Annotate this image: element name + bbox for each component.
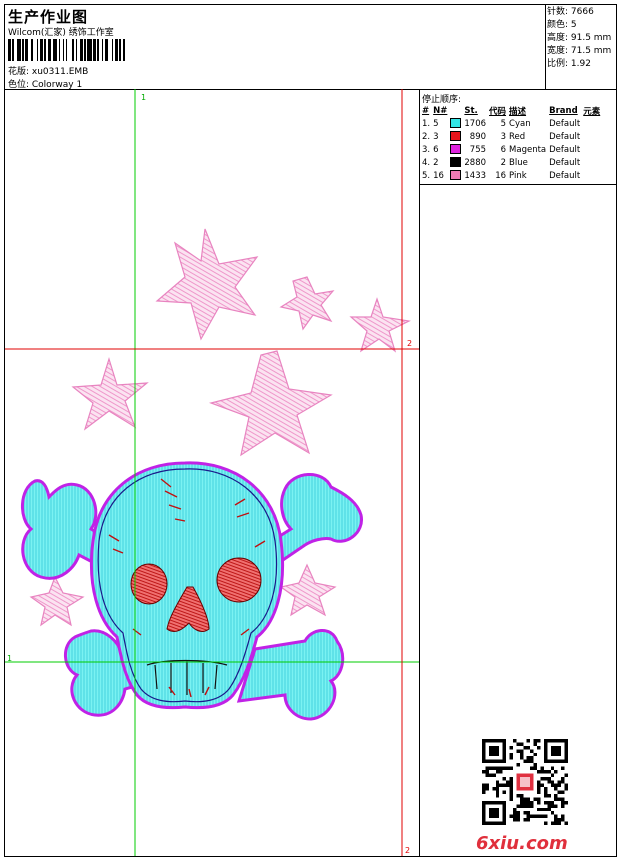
- stop-sequence-table: # N# St. 代码 描述 Brand 元素 1. 5 1706 5 Cyan Defa…: [422, 104, 603, 182]
- row-swatch: [450, 156, 464, 169]
- star-right-low: [279, 563, 337, 617]
- row-desc: Pink: [509, 170, 527, 181]
- row-element: [583, 117, 603, 130]
- row-code: 2: [500, 157, 507, 168]
- row-desc: Cyan: [509, 118, 531, 129]
- col-element: 元素: [583, 106, 601, 117]
- row-code: 16: [495, 170, 507, 181]
- guide-label-red-right: 2: [407, 339, 413, 348]
- col-desc: 描述: [509, 106, 527, 117]
- side-divider: [420, 184, 616, 185]
- header-info: 生产作业图 Wilcom(汇家) 绣饰工作室 花版: xu0311.EMB 色位…: [5, 5, 546, 90]
- row-code: 6: [500, 144, 507, 155]
- row-brand: Default: [549, 144, 581, 155]
- color-swatch: [450, 131, 462, 142]
- row-brand: Default: [549, 118, 581, 129]
- watermark: 6xiu.com: [476, 833, 568, 854]
- star-right: [349, 297, 411, 353]
- stop-row: 1. 5 1706 5 Cyan Default: [422, 117, 603, 130]
- star-center: [208, 350, 333, 457]
- col-brand: Brand: [549, 105, 578, 116]
- col-swatch: [450, 104, 464, 117]
- guide-label-green-top: 1: [141, 93, 147, 102]
- col-index: #: [422, 105, 430, 116]
- stat-scale: 比例: 1.92: [547, 59, 591, 69]
- star-large-top: [155, 228, 259, 341]
- stat-stitches: 针数: 7666: [547, 7, 594, 17]
- row-desc: Blue: [509, 157, 528, 168]
- design-file: 花版: xu0311.EMB: [8, 67, 89, 77]
- col-stitches: St.: [464, 105, 478, 116]
- embroidery-preview: [5, 89, 419, 856]
- row-brand: Default: [549, 157, 581, 168]
- row-index: 1.: [422, 118, 431, 129]
- row-stitches: 890: [469, 131, 487, 142]
- qr-code: [482, 739, 568, 825]
- stop-row: 5. 16 1433 16 Pink Default: [422, 169, 603, 182]
- eye-left: [130, 563, 168, 605]
- row-stitches: 1706: [464, 118, 487, 129]
- row-element: [583, 156, 603, 169]
- row-brand: Default: [549, 131, 581, 142]
- company-name: Wilcom(汇家) 绣饰工作室: [8, 28, 114, 38]
- star-left: [71, 356, 149, 431]
- color-swatch: [450, 170, 462, 181]
- row-swatch: [450, 117, 464, 130]
- row-code: 3: [500, 131, 507, 142]
- color-swatch: [450, 157, 462, 168]
- row-element: [583, 130, 603, 143]
- stat-height: 高度: 91.5 mm: [547, 33, 612, 43]
- guide-label-green-left: 1: [7, 654, 13, 663]
- row-element: [583, 169, 603, 182]
- row-needle: 2: [433, 157, 439, 168]
- row-code: 5: [500, 118, 507, 129]
- stop-row: 3. 6 755 6 Magenta Default: [422, 143, 603, 156]
- sheet-title: 生产作业图: [8, 8, 89, 26]
- row-index: 2.: [422, 131, 431, 142]
- eye-right: [216, 557, 262, 603]
- guide-label-red-bottom: 2: [405, 846, 411, 855]
- row-element: [583, 143, 603, 156]
- row-swatch: [450, 143, 464, 156]
- stop-row: 2. 3 890 3 Red Default: [422, 130, 603, 143]
- row-index: 4.: [422, 157, 431, 168]
- side-panel: 停止顺序: # N# St. 代码 描述 Brand 元素 1. 5 1706 5 Cy…: [420, 89, 616, 856]
- row-needle: 5: [433, 118, 439, 129]
- row-index: 3.: [422, 144, 431, 155]
- col-code: 代码: [489, 106, 507, 117]
- color-swatch: [450, 144, 462, 155]
- row-needle: 6: [433, 144, 439, 155]
- row-needle: 16: [433, 170, 444, 181]
- row-stitches: 2880: [464, 157, 487, 168]
- design-stats: 针数: 7666 颜色: 5 高度: 91.5 mm 宽度: 71.5 mm 比…: [547, 6, 611, 71]
- row-swatch: [450, 130, 464, 143]
- stop-row: 4. 2 2880 2 Blue Default: [422, 156, 603, 169]
- star-left-low: [29, 575, 85, 627]
- design-canvas: 1 1 2 2: [5, 89, 420, 856]
- row-stitches: 755: [469, 144, 487, 155]
- row-desc: Red: [509, 131, 526, 142]
- col-needle: N#: [433, 105, 448, 116]
- color-swatch: [450, 118, 462, 129]
- row-index: 5.: [422, 170, 431, 181]
- stat-colors: 颜色: 5: [547, 20, 577, 30]
- stop-table-header: # N# St. 代码 描述 Brand 元素: [422, 104, 603, 117]
- row-swatch: [450, 169, 464, 182]
- row-desc: Magenta: [509, 144, 547, 155]
- stat-width: 宽度: 71.5 mm: [547, 46, 612, 56]
- row-brand: Default: [549, 170, 581, 181]
- barcode: [8, 39, 130, 61]
- sheet-header: 生产作业图 Wilcom(汇家) 绣饰工作室 花版: xu0311.EMB 色位…: [5, 5, 616, 90]
- row-stitches: 1433: [464, 170, 487, 181]
- star-small-top: [279, 276, 335, 331]
- production-sheet: 生产作业图 Wilcom(汇家) 绣饰工作室 花版: xu0311.EMB 色位…: [4, 4, 617, 857]
- row-needle: 3: [433, 131, 439, 142]
